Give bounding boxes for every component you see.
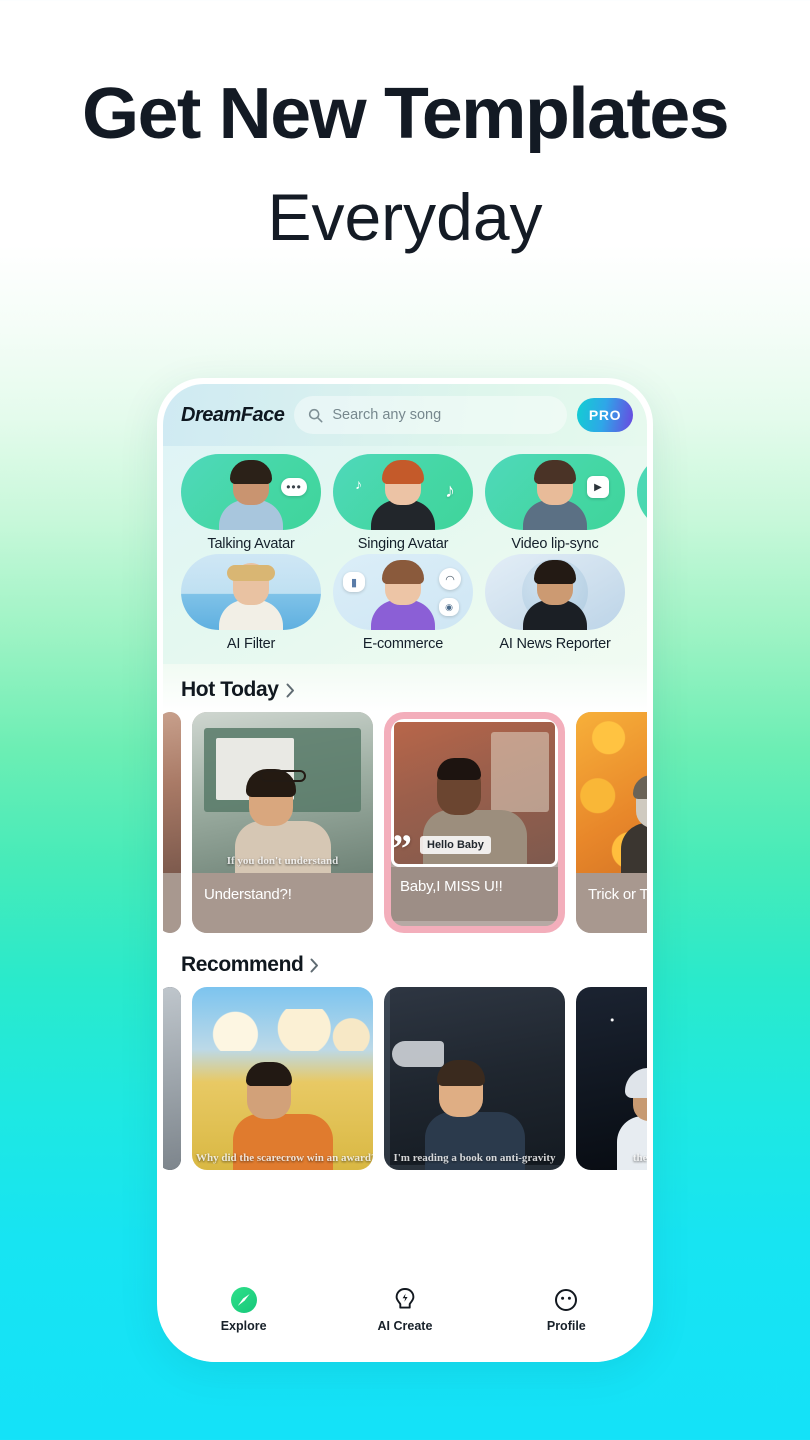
face-icon — [511, 1285, 621, 1315]
card-caption: Baby,I MISS U!! — [391, 867, 558, 921]
quote-mark-icon: ” — [392, 826, 412, 867]
recommend-rail[interactable]: Why did the scarecrow win an award? I'm … — [163, 987, 647, 1170]
pro-badge-button[interactable]: PRO — [577, 398, 633, 432]
card-caption — [163, 873, 181, 933]
card-media — [576, 712, 647, 873]
card-burn-in-text: Hello Baby — [420, 836, 491, 854]
card-prev-peek[interactable] — [163, 987, 181, 1170]
category-label: Singing Avatar — [357, 536, 449, 552]
category-ai-filter[interactable]: AI Filter — [181, 554, 321, 652]
card-burn-in-text: Why did the scarecrow win an award? — [196, 1152, 373, 1164]
category-thumbnail: ••• — [181, 454, 321, 530]
app-header: DreamFace Search any song PRO — [163, 384, 647, 446]
headline-line-1: Get New Templates — [81, 74, 730, 154]
nav-item-ai-create[interactable]: AI Create — [350, 1285, 460, 1333]
category-label: AI News Reporter — [499, 636, 611, 652]
nav-label: Explore — [220, 1319, 267, 1333]
headline-line-2: Everyday — [267, 180, 543, 254]
card-media: If you don't understand — [192, 712, 373, 873]
compass-icon — [189, 1285, 299, 1315]
search-placeholder: Search any song — [332, 407, 442, 423]
card-caption: Understand?! — [192, 873, 373, 933]
speech-bubble-icon: ••• — [281, 478, 307, 496]
hot-today-rail[interactable]: If you don't understand Understand?! ” H… — [163, 712, 647, 933]
section-header-hot-today[interactable]: Hot Today — [163, 664, 647, 712]
category-talking-avatar[interactable]: ••• Talking Avatar — [181, 454, 321, 552]
category-grid: ••• Talking Avatar ♪ ♪ Singing Avatar ▶ … — [163, 446, 647, 664]
category-ai-news-reporter[interactable]: AI News Reporter — [485, 554, 625, 652]
phone-mockup: DreamFace Search any song PRO ••• Talkin… — [157, 378, 653, 1362]
category-thumbnail: ▮ ◠ ◉ — [333, 554, 473, 630]
category-thumbnail — [637, 454, 647, 530]
chevron-right-icon — [310, 958, 319, 972]
card-caption: Trick or T — [576, 873, 647, 933]
bottom-navigation: Explore AI Create Profile — [163, 1274, 647, 1362]
card-burn-in-text: I'm reading a book on anti-gravity — [393, 1152, 556, 1164]
nav-item-profile[interactable]: Profile — [511, 1285, 621, 1333]
category-video-lip-sync[interactable]: ▶ Video lip-sync — [485, 454, 625, 552]
section-header-recommend[interactable]: Recommend — [163, 933, 647, 987]
card-prev-peek[interactable] — [163, 712, 181, 933]
hot-card-trick-or-treat[interactable]: Trick or T — [576, 712, 647, 933]
category-thumbnail — [181, 554, 321, 630]
watch-icon: ◉ — [439, 598, 459, 616]
category-next-peek[interactable] — [637, 454, 647, 552]
nav-item-explore[interactable]: Explore — [189, 1285, 299, 1333]
hot-card-baby-i-miss-u[interactable]: ” Hello Baby Baby,I MISS U!! — [384, 712, 565, 933]
chevron-right-icon — [286, 683, 294, 697]
category-label: E-commerce — [362, 636, 444, 652]
category-label: Video lip-sync — [511, 536, 599, 552]
search-input[interactable]: Search any song — [294, 396, 567, 434]
category-thumbnail: ▶ — [485, 454, 625, 530]
recommend-card-scarecrow[interactable]: Why did the scarecrow win an award? — [192, 987, 373, 1170]
shopping-bag-icon: ▮ — [343, 572, 365, 592]
recommend-card-anti-gravity[interactable]: I'm reading a book on anti-gravity — [384, 987, 565, 1170]
promo-headline: Get New Templates Everyday — [0, 0, 810, 250]
nav-label: Profile — [546, 1319, 586, 1333]
hot-card-understand[interactable]: If you don't understand Understand?! — [192, 712, 373, 933]
category-thumbnail: ♪ ♪ — [333, 454, 473, 530]
search-icon — [309, 408, 323, 422]
recommend-card-catastrophe[interactable]: the catastroph — [576, 987, 647, 1170]
card-media: ” Hello Baby — [391, 719, 558, 867]
card-burn-in-text: the catastroph — [632, 1152, 647, 1164]
category-row-1: ••• Talking Avatar ♪ ♪ Singing Avatar ▶ … — [163, 454, 647, 552]
category-thumbnail — [485, 554, 625, 630]
category-label: AI Filter — [226, 636, 276, 652]
category-label: Talking Avatar — [207, 536, 295, 552]
lightbulb-bolt-icon — [350, 1285, 460, 1315]
play-button-icon: ▶ — [587, 476, 609, 498]
card-burn-in-text: If you don't understand — [226, 855, 339, 867]
category-row-2: AI Filter ▮ ◠ ◉ E-commerce AI News Repor… — [163, 554, 647, 652]
music-note-icon: ♪ — [355, 476, 362, 492]
music-note-icon: ♪ — [445, 480, 455, 502]
category-singing-avatar[interactable]: ♪ ♪ Singing Avatar — [333, 454, 473, 552]
section-title: Hot Today — [181, 678, 279, 701]
card-media — [163, 712, 181, 873]
category-e-commerce[interactable]: ▮ ◠ ◉ E-commerce — [333, 554, 473, 652]
app-screen: DreamFace Search any song PRO ••• Talkin… — [163, 384, 647, 1362]
headphones-icon: ◠ — [439, 568, 461, 590]
app-logo: DreamFace — [181, 403, 285, 426]
nav-label: AI Create — [377, 1319, 433, 1333]
section-title: Recommend — [181, 953, 304, 976]
